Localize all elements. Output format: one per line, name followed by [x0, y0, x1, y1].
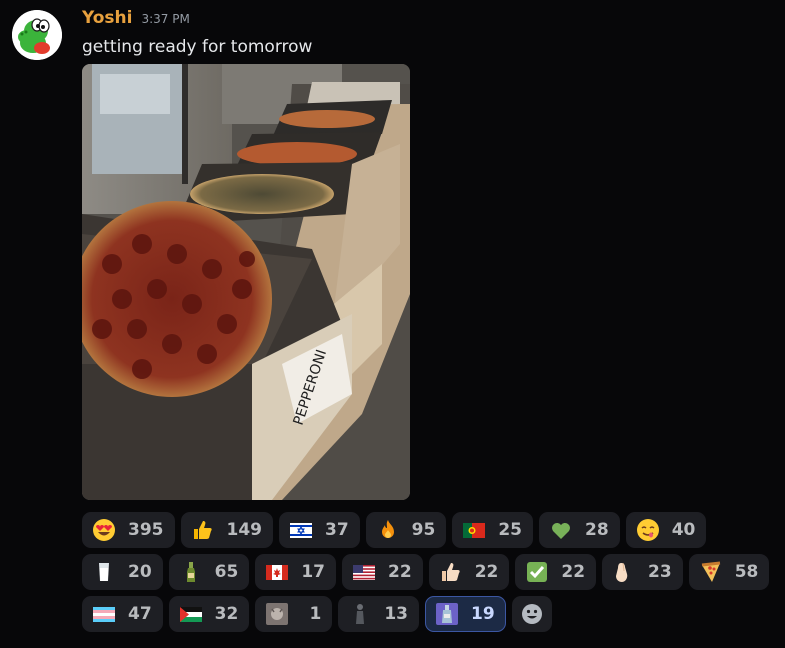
message-text: getting ready for tomorrow — [82, 37, 313, 57]
green-heart-icon — [549, 518, 573, 542]
reaction-flag-portugal[interactable]: 25 — [452, 512, 534, 548]
reaction-bar: 395 149 37 95 25 28 40 20 65 17 22 22 22 23 58 47 32 1 13 1… — [82, 512, 772, 632]
reaction-count: 37 — [325, 520, 349, 540]
reaction-flag-usa[interactable]: 22 — [342, 554, 423, 590]
username[interactable]: Yoshi — [82, 8, 132, 28]
flag-israel-icon — [289, 518, 313, 542]
beer-bottle-icon — [179, 560, 203, 584]
reaction-count: 22 — [388, 562, 412, 582]
flag-canada-icon — [265, 560, 289, 584]
reaction-count: 22 — [474, 562, 499, 582]
reaction-count: 395 — [128, 520, 164, 540]
reaction-heart-eyes[interactable]: 395 — [82, 512, 175, 548]
reaction-count: 40 — [671, 520, 696, 540]
reaction-flag-israel[interactable]: 37 — [279, 512, 360, 548]
custom-bottle-icon — [435, 602, 459, 626]
thumbs-up-light-icon — [439, 560, 463, 584]
reaction-custom-cat-photo[interactable]: 1 — [255, 596, 333, 632]
reaction-custom-bottle[interactable]: 19 — [425, 596, 506, 632]
reaction-count: 149 — [226, 520, 263, 540]
reaction-count: 19 — [471, 604, 495, 624]
white-check-mark-icon — [525, 560, 549, 584]
reaction-flag-canada[interactable]: 17 — [255, 554, 337, 590]
image-attachment[interactable]: PEPPERONI — [82, 64, 410, 500]
custom-figure-icon — [348, 602, 372, 626]
reaction-custom-figure[interactable]: 13 — [338, 596, 420, 632]
reaction-yum[interactable]: 40 — [625, 512, 707, 548]
reaction-glass-of-milk[interactable]: 20 — [82, 554, 163, 590]
thumbs-up-icon — [191, 518, 215, 542]
reaction-pinched-fingers[interactable]: 23 — [602, 554, 683, 590]
pizza-icon — [699, 560, 723, 584]
yoshi-avatar-icon — [12, 10, 62, 60]
reaction-thumbs-up-light[interactable]: 22 — [428, 554, 510, 590]
reaction-count: 22 — [561, 562, 586, 582]
reaction-count: 25 — [498, 520, 523, 540]
timestamp[interactable]: 3:37 PM — [141, 12, 189, 26]
reaction-white-check-mark[interactable]: 22 — [515, 554, 597, 590]
reaction-green-heart[interactable]: 28 — [539, 512, 620, 548]
reaction-count: 17 — [301, 562, 326, 582]
message-header: Yoshi 3:37 PM — [82, 8, 190, 30]
reaction-beer-bottle[interactable]: 65 — [168, 554, 250, 590]
add-reaction-button[interactable] — [511, 596, 552, 632]
reaction-count: 32 — [214, 604, 239, 624]
reaction-flag-transgender[interactable]: 47 — [82, 596, 163, 632]
reaction-count: 1 — [309, 604, 322, 624]
flag-palestine-icon — [179, 602, 203, 626]
flag-transgender-icon — [92, 602, 116, 626]
reaction-count: 58 — [734, 562, 759, 582]
glass-of-milk-icon — [92, 560, 116, 584]
pinched-fingers-icon — [612, 560, 636, 584]
heart-eyes-icon — [92, 518, 116, 542]
reaction-flag-palestine[interactable]: 32 — [168, 596, 250, 632]
reaction-thumbs-up[interactable]: 149 — [180, 512, 273, 548]
avatar[interactable] — [12, 10, 62, 60]
reaction-count: 13 — [384, 604, 409, 624]
reaction-count: 47 — [128, 604, 152, 624]
reaction-pizza[interactable]: 58 — [688, 554, 770, 590]
flag-portugal-icon — [462, 518, 486, 542]
reaction-fire[interactable]: 95 — [365, 512, 447, 548]
pizza-boxes-photo: PEPPERONI — [82, 64, 410, 500]
add-reaction-smiley-icon — [521, 604, 542, 624]
reaction-count: 65 — [214, 562, 239, 582]
reaction-count: 20 — [128, 562, 152, 582]
reaction-count: 28 — [585, 520, 609, 540]
custom-cat-photo-icon — [265, 602, 289, 626]
flag-usa-icon — [352, 560, 376, 584]
yum-icon — [636, 518, 660, 542]
reaction-count: 95 — [411, 520, 436, 540]
reaction-count: 23 — [648, 562, 672, 582]
fire-icon — [376, 518, 400, 542]
